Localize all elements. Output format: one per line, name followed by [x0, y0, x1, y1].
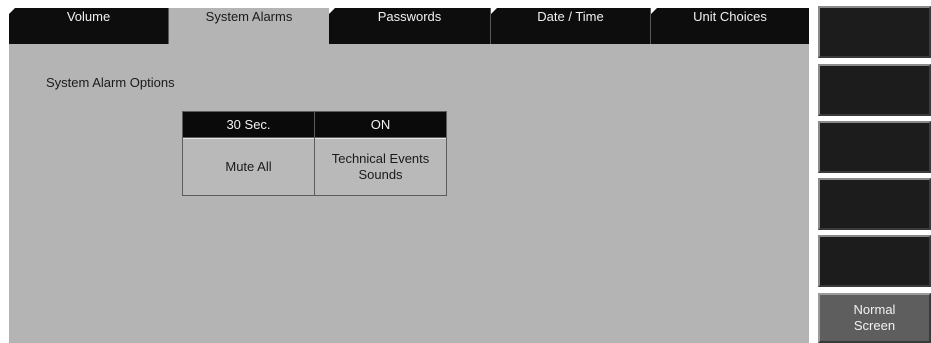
mute-all-label: Mute All: [183, 138, 314, 195]
tab-date-time-label: Date / Time: [537, 9, 604, 24]
side-button-4[interactable]: [818, 178, 931, 230]
side-button-5[interactable]: [818, 235, 931, 287]
normal-screen-label: Normal Screen: [854, 302, 896, 334]
side-button-bar: Normal Screen: [818, 6, 931, 343]
tab-volume-label: Volume: [66, 9, 111, 24]
normal-screen-line1: Normal: [853, 302, 896, 317]
monitor-screen: Volume System Alarms Passwords Date / Ti…: [0, 0, 931, 343]
technical-events-sounds-value: ON: [315, 112, 446, 138]
section-title: System Alarm Options: [46, 75, 175, 90]
normal-screen-line2: Screen: [853, 318, 896, 333]
tab-system-alarms-label: System Alarms: [205, 9, 293, 24]
side-button-1[interactable]: [818, 6, 931, 58]
system-alarms-panel: System Alarm Options 30 Sec. Mute All ON…: [9, 44, 809, 343]
tab-passwords-label: Passwords: [377, 9, 442, 24]
mute-all-value: 30 Sec.: [183, 112, 314, 138]
tab-bar: Volume System Alarms Passwords Date / Ti…: [9, 8, 809, 46]
tab-system-alarms[interactable]: System Alarms: [169, 8, 329, 46]
tab-volume[interactable]: Volume: [9, 8, 169, 44]
tab-date-time[interactable]: Date / Time: [491, 8, 651, 44]
mute-all-option[interactable]: 30 Sec. Mute All: [182, 111, 315, 196]
tab-unit-choices[interactable]: Unit Choices: [651, 8, 809, 44]
tab-unit-choices-label: Unit Choices: [693, 9, 767, 24]
technical-events-sounds-label-text: Technical Events Sounds: [331, 151, 430, 182]
side-button-2[interactable]: [818, 64, 931, 116]
technical-events-sounds-option[interactable]: ON Technical Events Sounds: [314, 111, 447, 196]
technical-events-sounds-label: Technical Events Sounds: [315, 138, 446, 195]
mute-all-label-text: Mute All: [225, 159, 272, 174]
normal-screen-button[interactable]: Normal Screen: [818, 293, 931, 343]
side-button-3[interactable]: [818, 121, 931, 173]
tab-passwords[interactable]: Passwords: [329, 8, 491, 44]
